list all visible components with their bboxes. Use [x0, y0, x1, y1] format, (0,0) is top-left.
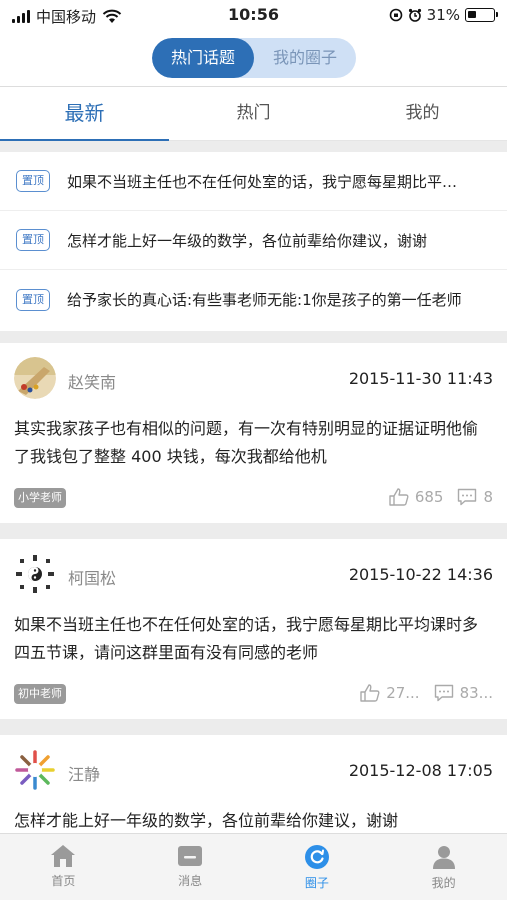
- post-stats: 685 8: [389, 488, 493, 506]
- rotation-lock-icon: [389, 8, 402, 22]
- post-body: 其实我家孩子也有相似的问题，有一次有特别明显的证据证明他偷了我钱包了整整 400…: [14, 419, 479, 466]
- post-date: 2015-11-30 11:43: [348, 369, 493, 388]
- pinned-item[interactable]: 置顶 给予家长的真心话:有些事老师无能:1你是孩子的第一任老师: [0, 270, 507, 329]
- thumbs-up-icon[interactable]: [360, 684, 380, 702]
- pinned-title: 如果不当班主任也不在任何处室的话，我宁愿每星期比平均课时多四五节课，请问这群里面…: [67, 172, 467, 191]
- comment-icon[interactable]: [434, 684, 454, 702]
- post-date: 2015-12-08 17:05: [348, 761, 493, 780]
- pinned-list: 置顶 如果不当班主任也不在任何处室的话，我宁愿每星期比平均课时多四五节课，请问这…: [0, 152, 507, 329]
- topic-segment-control: 热门话题 我的圈子: [152, 38, 356, 78]
- thumbs-up-icon[interactable]: [389, 488, 409, 506]
- comment-count: 8: [483, 488, 493, 506]
- author-name[interactable]: 赵笑南: [68, 369, 116, 393]
- bottom-tab-bar: 首页 消息 圈子 我的: [0, 833, 507, 900]
- post-body: 如果不当班主任也不在任何处室的话，我宁愿每星期比平均课时多四五节课，请问这群里面…: [14, 615, 479, 662]
- tabbar-label: 首页: [51, 874, 76, 888]
- feed-tabs: 最新 热门 我的: [0, 87, 507, 141]
- alarm-icon: [408, 8, 421, 22]
- pinned-title: 给予家长的真心话:有些事老师无能:1你是孩子的第一任老师: [67, 291, 462, 309]
- home-icon: [51, 845, 76, 867]
- circle-icon: [304, 845, 329, 869]
- post-card[interactable]: 赵笑南 2015-11-30 11:43 其实我家孩子也有相似的问题，有一次有特…: [0, 343, 507, 523]
- tabbar-label: 我的: [431, 876, 456, 890]
- pinned-item[interactable]: 置顶 如果不当班主任也不在任何处室的话，我宁愿每星期比平均课时多四五节课，请问这…: [0, 152, 507, 211]
- tabbar-item-messages[interactable]: 消息: [127, 834, 254, 900]
- section-gap: [0, 719, 507, 735]
- avatar[interactable]: [14, 749, 56, 791]
- comment-count: 83...: [459, 684, 493, 702]
- pinned-badge: 置顶: [16, 229, 50, 251]
- battery-percent: 31%: [426, 6, 460, 24]
- tabbar-item-home[interactable]: 首页: [0, 834, 127, 900]
- pinned-item[interactable]: 置顶 怎样才能上好一年级的数学，各位前辈给你建议，谢谢: [0, 211, 507, 270]
- section-gap: [0, 141, 507, 152]
- avatar[interactable]: [14, 357, 56, 399]
- avatar[interactable]: [14, 553, 56, 595]
- tabbar-label: 消息: [178, 874, 203, 888]
- post-stats: 27... 83...: [360, 684, 493, 702]
- pinned-badge: 置顶: [16, 170, 50, 192]
- message-icon: [178, 846, 203, 866]
- tab-hot[interactable]: 热门: [169, 87, 338, 140]
- section-gap: [0, 331, 507, 343]
- pinned-title: 怎样才能上好一年级的数学，各位前辈给你建议，谢谢: [67, 231, 428, 250]
- like-count: 27...: [386, 684, 420, 702]
- comment-icon[interactable]: [457, 488, 477, 506]
- tabbar-item-profile[interactable]: 我的: [380, 834, 507, 900]
- pinned-badge: 置顶: [16, 288, 50, 311]
- status-bar: 中国移动 10:56 31%: [0, 0, 507, 30]
- author-name[interactable]: 汪静: [68, 761, 100, 785]
- like-count: 685: [414, 488, 444, 506]
- role-badge: 初中老师: [14, 684, 66, 704]
- battery-icon: [465, 8, 498, 22]
- segment-hot-topics[interactable]: 热门话题: [152, 38, 254, 78]
- post-body: 怎样才能上好一年级的数学，各位前辈给你建议，谢谢: [14, 811, 399, 830]
- post-card[interactable]: 汪静 2015-12-08 17:05 怎样才能上好一年级的数学，各位前辈给你建…: [0, 735, 507, 833]
- tabbar-label: 圈子: [304, 876, 329, 890]
- section-gap: [0, 523, 507, 539]
- tabbar-item-circle[interactable]: 圈子: [254, 834, 381, 900]
- tab-latest[interactable]: 最新: [0, 87, 169, 141]
- tab-mine[interactable]: 我的: [338, 87, 507, 140]
- role-badge: 小学老师: [14, 488, 66, 508]
- post-card[interactable]: 柯国松 2015-10-22 14:36 如果不当班主任也不在任何处室的话，我宁…: [0, 539, 507, 719]
- segment-my-circle[interactable]: 我的圈子: [254, 38, 356, 78]
- author-name[interactable]: 柯国松: [68, 565, 116, 589]
- profile-icon: [432, 846, 455, 869]
- post-date: 2015-10-22 14:36: [348, 565, 493, 584]
